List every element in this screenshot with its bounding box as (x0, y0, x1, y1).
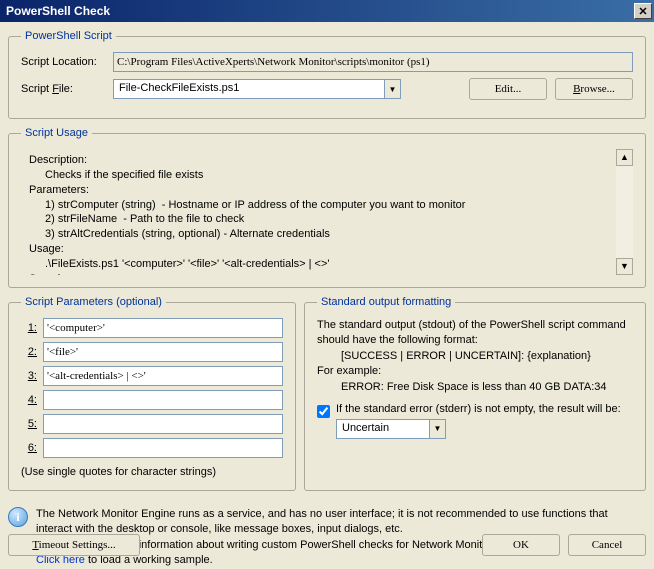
ok-button[interactable]: OK (482, 534, 560, 556)
timeout-settings-button[interactable]: Timeout Settings... (8, 534, 140, 556)
stderr-checkbox[interactable] (317, 405, 330, 418)
stderr-result-select[interactable]: Uncertain ▼ (336, 419, 446, 439)
group-script-parameters: Script Parameters (optional) 1: 2: 3: 4:… (8, 296, 296, 491)
group-script-usage: Script Usage Description: Checks if the … (8, 127, 646, 288)
stderr-check-label: If the standard error (stderr) is not em… (336, 403, 633, 415)
usage-line: 2) strFileName - Path to the file to che… (29, 212, 609, 227)
usage-line: Usage: (29, 242, 609, 257)
script-file-select[interactable]: File-CheckFileExists.ps1 ▼ (113, 79, 401, 99)
script-location-label: Script Location: (21, 56, 113, 68)
usage-line: .\FileExists.ps1 '<computer>' '<file>' '… (29, 257, 609, 272)
browse-button[interactable]: Browse... (555, 78, 633, 100)
param-label-5: 5: (21, 418, 43, 430)
param-input-2[interactable] (43, 342, 283, 362)
scroll-down-icon[interactable]: ▼ (616, 258, 633, 275)
param-label-6: 6: (21, 442, 43, 454)
scrollbar-vertical[interactable]: ▲ ▼ (616, 149, 633, 275)
usage-line: Sample: (29, 272, 609, 275)
std-text-4: ERROR: Free Disk Space is less than 40 G… (317, 380, 633, 395)
usage-line: Checks if the specified file exists (29, 168, 609, 183)
std-text-3: For example: (317, 364, 633, 379)
std-text-1: The standard output (stdout) of the Powe… (317, 318, 633, 349)
group-legend-std: Standard output formatting (317, 296, 455, 308)
edit-button[interactable]: Edit... (469, 78, 547, 100)
chevron-down-icon[interactable]: ▼ (429, 420, 445, 438)
group-legend-script: PowerShell Script (21, 30, 116, 42)
script-file-label: Script File: (21, 83, 113, 95)
param-input-1[interactable] (43, 318, 283, 338)
param-label-1: 1: (21, 322, 43, 334)
group-standard-output: Standard output formatting The standard … (304, 296, 646, 491)
stderr-result-value: Uncertain (337, 420, 429, 438)
std-text-2: [SUCCESS | ERROR | UNCERTAIN]: {explanat… (317, 349, 633, 364)
param-label-2: 2: (21, 346, 43, 358)
scroll-track[interactable] (616, 166, 633, 258)
usage-line: 1) strComputer (string) - Hostname or IP… (29, 198, 609, 213)
script-file-value: File-CheckFileExists.ps1 (114, 80, 384, 98)
chevron-down-icon[interactable]: ▼ (384, 80, 400, 98)
scroll-up-icon[interactable]: ▲ (616, 149, 633, 166)
cancel-button[interactable]: Cancel (568, 534, 646, 556)
group-powershell-script: PowerShell Script Script Location: Scrip… (8, 30, 646, 119)
param-input-6[interactable] (43, 438, 283, 458)
param-input-3[interactable] (43, 366, 283, 386)
window-title: PowerShell Check (6, 4, 634, 18)
usage-text-area: Description: Checks if the specified fil… (21, 149, 633, 275)
param-input-5[interactable] (43, 414, 283, 434)
usage-line: 3) strAltCredentials (string, optional) … (29, 227, 609, 242)
script-location-field (113, 52, 633, 72)
info-icon: i (8, 507, 28, 527)
title-bar: PowerShell Check ✕ (0, 0, 654, 22)
group-legend-params: Script Parameters (optional) (21, 296, 166, 308)
param-label-3: 3: (21, 370, 43, 382)
close-button[interactable]: ✕ (634, 3, 652, 19)
usage-line: Parameters: (29, 183, 609, 198)
param-input-4[interactable] (43, 390, 283, 410)
param-note: (Use single quotes for character strings… (21, 466, 283, 478)
param-label-4: 4: (21, 394, 43, 406)
group-legend-usage: Script Usage (21, 127, 92, 139)
usage-line: Description: (29, 153, 609, 168)
